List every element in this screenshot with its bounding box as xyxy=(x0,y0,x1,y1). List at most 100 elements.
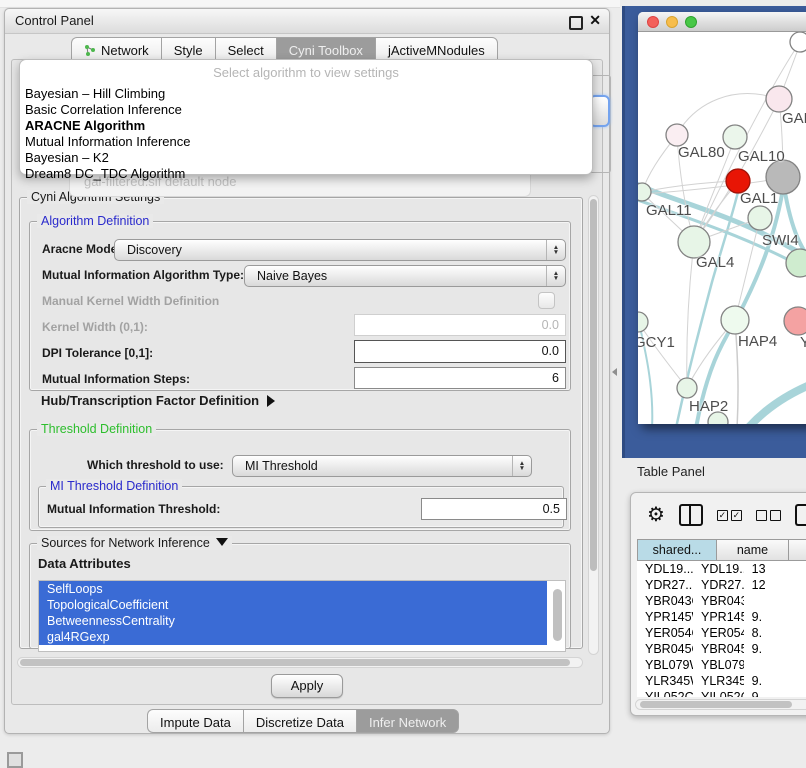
table-cell: 9. xyxy=(744,689,806,697)
network-node-gal11[interactable] xyxy=(638,183,651,201)
table-cell: YPR145W xyxy=(637,609,693,625)
table-row[interactable]: YER054CYER054C8. xyxy=(637,625,806,641)
collapse-arrow-icon[interactable] xyxy=(216,538,228,546)
table-row[interactable]: YBL079WYBL079W xyxy=(637,657,806,673)
panel-restore-icon[interactable] xyxy=(7,752,23,768)
float-window-icon[interactable] xyxy=(569,16,583,30)
table-toolbar: ⚙ ✓✓ xyxy=(631,497,806,533)
table-horizontal-scrollbar[interactable] xyxy=(635,699,806,710)
network-node-gal10[interactable] xyxy=(723,125,747,149)
network-node-gal80[interactable] xyxy=(666,124,688,146)
network-node-gcy1[interactable] xyxy=(638,312,648,332)
tab-infer-network[interactable]: Infer Network xyxy=(356,709,459,733)
network-window-titlebar xyxy=(638,12,806,32)
network-node-hap2[interactable] xyxy=(677,378,697,398)
column-header-name[interactable]: name xyxy=(717,539,789,561)
attribute-item[interactable]: gal4RGexp xyxy=(39,629,547,645)
top-strip xyxy=(0,0,620,8)
gear-icon[interactable]: ⚙ xyxy=(647,505,665,525)
aracne-mode-label: Aracne Mode: xyxy=(42,242,121,256)
deselect-all-icon[interactable] xyxy=(756,510,781,521)
node-label: GAL11 xyxy=(646,202,692,219)
panel-divider-handle[interactable] xyxy=(612,368,617,376)
scrollbar-thumb[interactable] xyxy=(640,701,792,708)
mi-algorithm-type-select[interactable]: Naive Bayes ▲▼ xyxy=(244,265,566,287)
zoom-traffic-light-icon[interactable] xyxy=(685,16,697,28)
tab-select[interactable]: Select xyxy=(215,37,276,61)
network-node-gal1[interactable] xyxy=(748,206,772,230)
settings-horizontal-scrollbar[interactable] xyxy=(17,657,583,668)
attribute-item[interactable]: TopologicalCoefficient xyxy=(39,597,547,613)
algorithm-dropdown-placeholder: Select algorithm to view settings xyxy=(20,60,592,86)
network-node-y[interactable] xyxy=(784,307,806,335)
algorithm-option[interactable]: Bayesian – Hill Climbing xyxy=(20,86,592,102)
table-header: shared... name xyxy=(637,539,806,561)
bottom-tabs: Impute Data Discretize Data Infer Networ… xyxy=(147,709,459,733)
tab-discretize-data[interactable]: Discretize Data xyxy=(243,709,356,733)
tab-cyni-toolbox[interactable]: Cyni Toolbox xyxy=(276,37,375,61)
mi-steps-input[interactable]: 6 xyxy=(354,367,566,389)
control-panel-title: Control Panel xyxy=(15,13,94,28)
network-canvas[interactable]: GALGAL80GAL10GAL1GAL11GAL4SWI4GCY1HAP4YH… xyxy=(638,32,806,424)
node-label: GAL xyxy=(782,110,806,127)
table-row[interactable]: YDR27...YDR27...12 xyxy=(637,577,806,593)
table-row[interactable]: YBR045CYBR045C9. xyxy=(637,641,806,657)
table-row[interactable]: YIL052CYIL052C9. xyxy=(637,689,806,697)
column-header-shared-name[interactable]: shared... xyxy=(637,539,717,561)
hub-tf-definition-expander[interactable]: Hub/Transcription Factor Definition xyxy=(41,393,275,408)
tab-jactivemnodules[interactable]: jActiveMNodules xyxy=(375,37,498,61)
table-row[interactable]: YDL19...YDL19...13 xyxy=(637,561,806,577)
network-edge[interactable] xyxy=(748,384,806,424)
list-scrollbar-thumb[interactable] xyxy=(553,589,562,641)
network-node[interactable] xyxy=(766,160,800,194)
aracne-mode-select[interactable]: Discovery ▲▼ xyxy=(114,239,566,261)
table-cell: 9. xyxy=(744,609,806,625)
dpi-tolerance-input[interactable]: 0.0 xyxy=(354,340,566,363)
attribute-item[interactable]: BetweennessCentrality xyxy=(39,613,547,629)
new-table-icon[interactable] xyxy=(795,504,806,526)
manual-kernel-width-checkbox[interactable] xyxy=(538,292,555,309)
network-node-gal[interactable] xyxy=(766,86,792,112)
network-icon xyxy=(84,44,96,56)
column-browser-icon[interactable] xyxy=(679,504,703,526)
data-attributes-list[interactable]: SelfLoopsTopologicalCoefficientBetweenne… xyxy=(38,580,566,652)
scrollbar-thumb[interactable] xyxy=(590,199,597,571)
attribute-item[interactable]: SelfLoops xyxy=(39,581,547,597)
algorithm-option[interactable]: Basic Correlation Inference xyxy=(20,102,592,118)
tab-impute-data[interactable]: Impute Data xyxy=(147,709,243,733)
minimize-traffic-light-icon[interactable] xyxy=(666,16,678,28)
table-cell: 12 xyxy=(744,577,806,593)
tab-label: Infer Network xyxy=(369,715,446,730)
network-node-hap4[interactable] xyxy=(721,306,749,334)
column-header-partial[interactable] xyxy=(789,539,806,561)
dpi-tolerance-label: DPI Tolerance [0,1]: xyxy=(42,346,153,360)
apply-button[interactable]: Apply xyxy=(271,674,343,698)
kernel-width-input[interactable]: 0.0 xyxy=(354,314,566,336)
tab-style[interactable]: Style xyxy=(161,37,215,61)
which-threshold-label: Which threshold to use: xyxy=(87,458,224,472)
scrollbar-thumb[interactable] xyxy=(20,659,570,666)
table-row[interactable]: YLR345WYLR345W9. xyxy=(637,673,806,689)
algorithm-option[interactable]: Mutual Information Inference xyxy=(20,134,592,150)
table-row[interactable]: YPR145WYPR145W9. xyxy=(637,609,806,625)
which-threshold-select[interactable]: MI Threshold ▲▼ xyxy=(232,455,532,477)
algorithm-dropdown[interactable]: Select algorithm to view settings Bayesi… xyxy=(19,59,593,175)
close-icon[interactable]: ✕ xyxy=(589,12,601,29)
algorithm-option[interactable]: Dream8 DC_TDC Algorithm xyxy=(20,166,592,182)
node-label: GAL4 xyxy=(696,254,734,271)
algorithm-option[interactable]: ARACNE Algorithm xyxy=(20,118,592,134)
tab-network[interactable]: Network xyxy=(71,37,161,61)
network-node[interactable] xyxy=(790,32,806,52)
table-cell: 9. xyxy=(744,673,806,689)
algorithm-option[interactable]: Bayesian – K2 xyxy=(20,150,592,166)
network-edge[interactable] xyxy=(735,218,760,320)
settings-vertical-scrollbar[interactable] xyxy=(588,195,599,655)
mi-threshold-input[interactable]: 0.5 xyxy=(421,498,567,520)
select-all-icon[interactable]: ✓✓ xyxy=(717,510,742,521)
tab-label: Discretize Data xyxy=(256,715,344,730)
desktop: { "control_panel": { "title": "Control P… xyxy=(0,0,806,762)
close-traffic-light-icon[interactable] xyxy=(647,16,659,28)
table-row[interactable]: YBR043CYBR043C xyxy=(637,593,806,609)
network-node-swi4[interactable] xyxy=(786,249,806,277)
tab-label: Cyni Toolbox xyxy=(289,43,363,58)
